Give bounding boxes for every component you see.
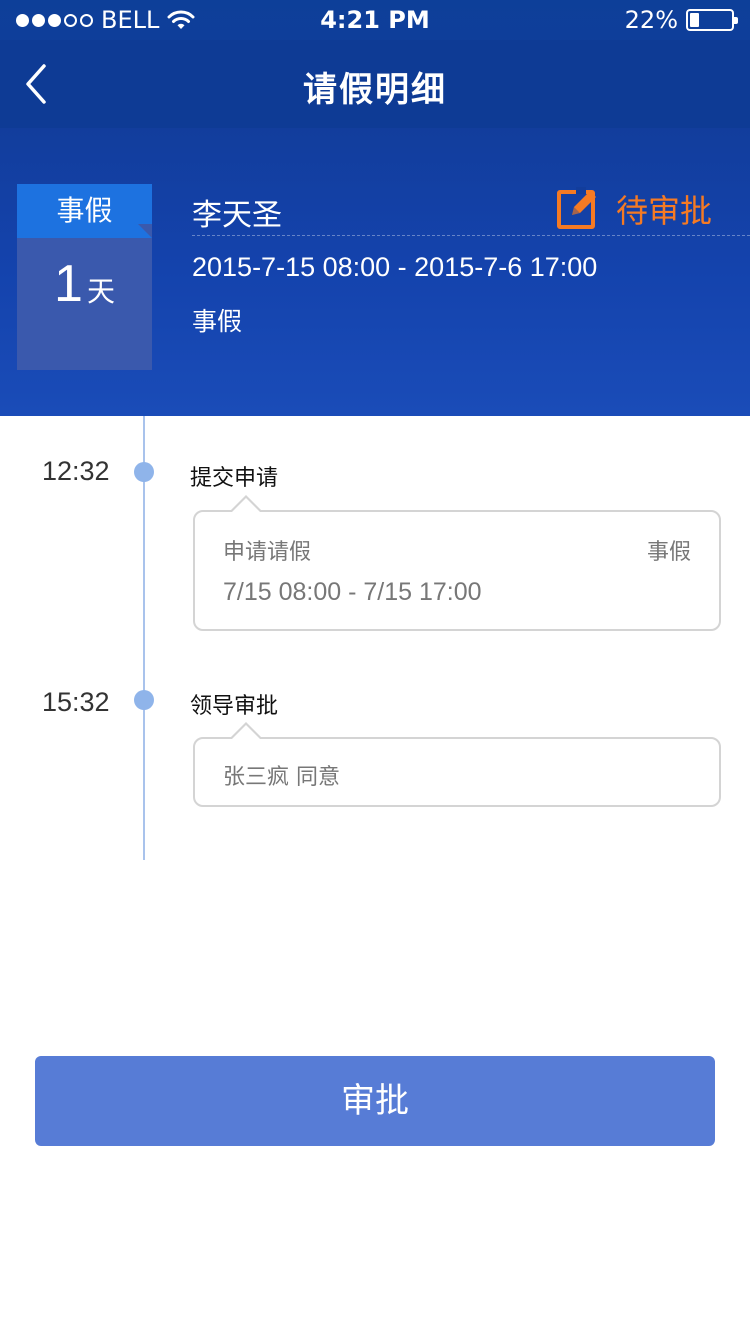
- approval-status[interactable]: 待审批: [556, 186, 712, 232]
- type-head-corner: [138, 224, 152, 238]
- timeline-title: 领导审批: [190, 694, 279, 719]
- approval-status-label: 待审批: [615, 192, 712, 230]
- status-right: 22%: [624, 6, 738, 34]
- divider: [192, 235, 750, 236]
- leave-period: 2015-7-15 08:00 - 2015-7-6 17:00: [192, 252, 598, 282]
- detail-text: 张三疯 同意: [223, 765, 340, 790]
- battery-percent: 22%: [624, 6, 678, 34]
- timeline-dot: [134, 690, 154, 710]
- approve-button[interactable]: 审批: [35, 1056, 715, 1146]
- leave-type: 事假: [192, 307, 243, 336]
- timeline-time: 15:32: [42, 687, 110, 717]
- leave-type-card: 事假 1天: [17, 184, 152, 370]
- detail-label: 申请请假: [223, 540, 312, 565]
- timeline-line: [143, 416, 145, 860]
- timeline-time: 12:32: [42, 456, 110, 486]
- leave-type-label: 事假: [17, 184, 152, 238]
- status-bar: BELL 4:21 PM 22%: [0, 0, 750, 40]
- applicant-name: 李天圣: [192, 198, 282, 233]
- page-title: 请假明细: [303, 70, 447, 110]
- header-area: BELL 4:21 PM 22% 请假明细 事假 1天 李天圣 待审批 2015…: [0, 0, 750, 416]
- timeline-title: 提交申请: [190, 466, 279, 491]
- detail-type: 事假: [646, 540, 691, 565]
- battery-fill: [690, 13, 699, 27]
- edit-icon: [556, 187, 596, 229]
- timeline-detail-card: 申请请假 事假 7/15 08:00 - 7/15 17:00: [193, 495, 721, 631]
- timeline-dot: [134, 462, 154, 482]
- nav-bar: 请假明细: [0, 40, 750, 128]
- leave-days: 1天: [17, 254, 152, 314]
- battery-icon: [686, 9, 738, 31]
- leave-days-number: 1: [54, 255, 83, 313]
- timeline-detail-card: 张三疯 同意: [193, 722, 721, 807]
- detail-period: 7/15 08:00 - 7/15 17:00: [223, 578, 482, 606]
- leave-days-unit: 天: [86, 275, 115, 308]
